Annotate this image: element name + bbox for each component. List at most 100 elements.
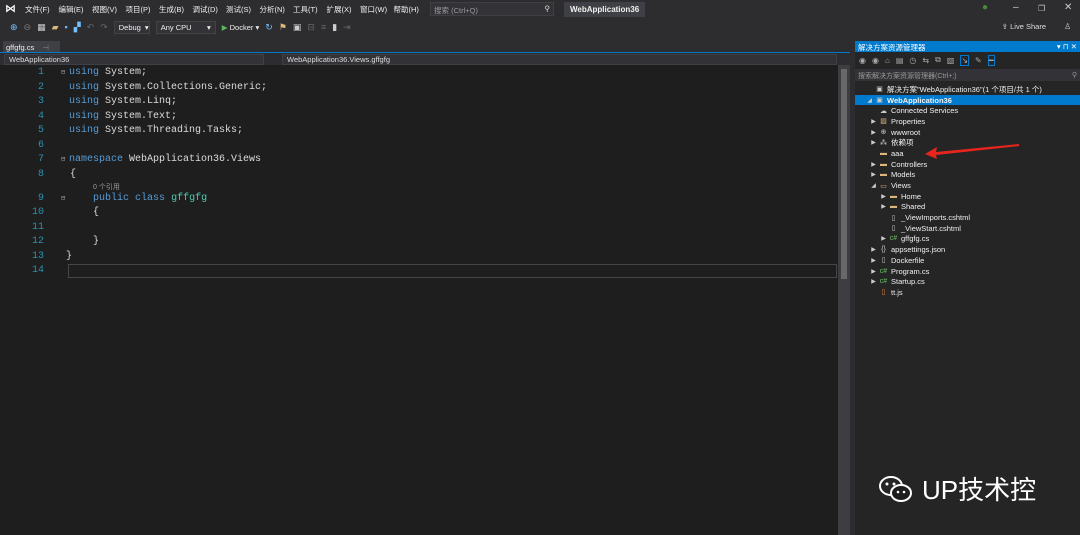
expand-arrow-icon[interactable]: ◢ bbox=[869, 182, 878, 189]
pin-icon[interactable]: ⊣ bbox=[42, 43, 49, 52]
menu-window[interactable]: 窗口(W) bbox=[360, 4, 394, 15]
switch-views-icon[interactable]: ▤ bbox=[896, 56, 904, 65]
line-number: 6 bbox=[37, 139, 44, 151]
expand-arrow-icon[interactable]: ▶ bbox=[869, 268, 878, 275]
class-nav-dropdown[interactable]: WebApplication36.Views.gffgfg bbox=[282, 54, 837, 65]
menu-debug[interactable]: 调试(D) bbox=[193, 4, 227, 15]
expand-arrow-icon[interactable]: ▶ bbox=[869, 257, 878, 264]
properties-icon[interactable]: ✎ bbox=[975, 56, 982, 65]
menu-tools[interactable]: 工具(T) bbox=[293, 4, 327, 15]
forward-icon[interactable]: ◉ bbox=[872, 56, 879, 65]
configuration-dropdown[interactable]: Debug ▾ bbox=[113, 20, 150, 34]
tree-item[interactable]: ▶ ▬ Shared bbox=[855, 202, 1080, 213]
feedback-icon[interactable]: ♙ bbox=[1064, 22, 1071, 31]
pending-changes-icon[interactable]: ◷ bbox=[909, 56, 916, 65]
solution-search-input[interactable]: 搜索解决方案资源管理器(Ctrl+;) ⚲ bbox=[855, 69, 1080, 81]
align-icon[interactable]: ⊟ bbox=[307, 22, 315, 33]
window-title: WebApplication36 bbox=[564, 2, 646, 17]
preview-icon[interactable]: ━ bbox=[987, 54, 995, 66]
redo-icon[interactable]: ↷ bbox=[100, 22, 108, 33]
save-all-icon[interactable]: ▞ bbox=[74, 22, 81, 33]
undo-icon[interactable]: ↶ bbox=[87, 22, 95, 33]
expand-arrow-icon[interactable]: ▶ bbox=[869, 246, 878, 253]
search-placeholder: 搜索 (Ctrl+Q) bbox=[434, 6, 478, 15]
refresh-icon[interactable]: ↻ bbox=[265, 22, 273, 33]
new-project-icon[interactable]: ▦ bbox=[37, 22, 46, 33]
account-avatar-icon[interactable]: ● bbox=[982, 2, 988, 13]
save-icon[interactable]: ▪ bbox=[65, 22, 68, 32]
tree-item[interactable]: ▶{} appsettings.json bbox=[855, 244, 1080, 255]
back-icon[interactable]: ⊕ bbox=[10, 22, 18, 33]
menu-build[interactable]: 生成(B) bbox=[159, 4, 193, 15]
screenshot-icon[interactable]: ▣ bbox=[293, 22, 302, 33]
folder-icon: ▬ bbox=[880, 149, 887, 157]
tree-item[interactable]: ▶ ▬ Models bbox=[855, 170, 1080, 181]
collapse-icon[interactable]: ⊟ bbox=[61, 194, 65, 203]
tree-item[interactable]: ▯ _ViewImports.cshtml bbox=[855, 212, 1080, 223]
menu-extensions[interactable]: 扩展(X) bbox=[327, 4, 361, 15]
tree-item[interactable]: ▶ c# Startup.cs bbox=[855, 276, 1080, 287]
tree-item[interactable]: ▶ ▯ Dockerfile bbox=[855, 255, 1080, 266]
tree-item[interactable]: ▶ ▬ Home bbox=[855, 191, 1080, 202]
home-icon[interactable]: ⌂ bbox=[885, 56, 890, 65]
sync-icon[interactable]: ⇆ bbox=[922, 56, 929, 65]
live-share-button[interactable]: ⇪ Live Share bbox=[1002, 22, 1046, 31]
run-docker-button[interactable]: ▶ Docker ▾ bbox=[222, 23, 260, 32]
panel-controls-icon[interactable]: ▾ ⊓ ✕ bbox=[1057, 42, 1077, 51]
tree-item[interactable]: ▶ c# gffgfg.cs bbox=[855, 234, 1080, 245]
collapse-icon[interactable]: ⊟ bbox=[61, 155, 65, 164]
tree-item[interactable]: ▯ tt.js bbox=[855, 287, 1080, 298]
expand-arrow-icon[interactable]: ▶ bbox=[869, 118, 878, 125]
tree-item[interactable]: ☁ Connected Services bbox=[855, 105, 1080, 116]
menu-file[interactable]: 文件(F) bbox=[25, 4, 59, 15]
expand-arrow-icon[interactable]: ▶ bbox=[869, 278, 878, 285]
bookmark-nav-icon[interactable]: ⇥ bbox=[343, 22, 351, 33]
open-icon[interactable]: ▰ bbox=[52, 22, 59, 33]
expand-arrow-icon[interactable]: ▶ bbox=[879, 193, 888, 200]
codelens-references[interactable]: 0 个引用 bbox=[93, 182, 120, 192]
project-nav-dropdown[interactable]: WebApplication36 bbox=[4, 54, 264, 65]
forward-icon[interactable]: ⊖ bbox=[24, 22, 32, 33]
menu-analyze[interactable]: 分析(N) bbox=[260, 4, 294, 15]
menu-edit[interactable]: 编辑(E) bbox=[59, 4, 93, 15]
tree-item[interactable]: ▶ c# Program.cs bbox=[855, 266, 1080, 277]
expand-arrow-icon[interactable]: ▶ bbox=[879, 235, 888, 242]
code-line-13: } bbox=[66, 250, 73, 262]
collapse-all-icon[interactable]: ⧉ bbox=[935, 55, 941, 65]
menu-test[interactable]: 测试(S) bbox=[226, 4, 260, 15]
line-number: 13 bbox=[31, 250, 44, 262]
quick-search-input[interactable]: 搜索 (Ctrl+Q) ⚲ bbox=[430, 2, 554, 16]
tree-item[interactable]: ▯ _ViewStart.cshtml bbox=[855, 223, 1080, 234]
tree-item[interactable]: ◢ ▭ Views bbox=[855, 180, 1080, 191]
expand-arrow-icon[interactable]: ▶ bbox=[879, 203, 888, 210]
menu-help[interactable]: 帮助(H) bbox=[394, 4, 428, 15]
minimize-button[interactable]: – bbox=[1013, 2, 1019, 13]
scrollbar-thumb[interactable] bbox=[841, 69, 847, 279]
menu-project[interactable]: 项目(P) bbox=[126, 4, 160, 15]
editor-scrollbar[interactable] bbox=[838, 65, 850, 535]
code-line-10: { bbox=[93, 207, 100, 218]
expand-arrow-icon[interactable]: ▶ bbox=[869, 129, 878, 136]
bookmark-icon[interactable]: ▮ bbox=[332, 22, 337, 33]
project-node[interactable]: ◢ ▣ WebApplication36 bbox=[855, 94, 1080, 106]
restore-button[interactable]: ❐ bbox=[1038, 4, 1045, 13]
tree-item[interactable]: ▶ ▨ Properties bbox=[855, 116, 1080, 127]
collapse-icon[interactable]: ⊟ bbox=[61, 68, 65, 77]
expand-arrow-icon[interactable]: ▶ bbox=[869, 139, 878, 146]
line-number: 7 bbox=[37, 154, 44, 165]
tree-item[interactable]: ▶ ⊕ wwwroot bbox=[855, 127, 1080, 138]
sync-with-document-icon[interactable]: ↘ bbox=[960, 54, 970, 66]
code: WebApplication36.Views bbox=[129, 154, 262, 165]
back-icon[interactable]: ◉ bbox=[859, 56, 866, 65]
browser-link-icon[interactable]: ⚑ bbox=[279, 22, 287, 33]
expand-arrow-icon[interactable]: ▶ bbox=[869, 161, 878, 168]
keyword: public bbox=[93, 192, 130, 204]
solution-node[interactable]: ▣ 解决方案"WebApplication36"(1 个项目/共 1 个) bbox=[855, 84, 1080, 95]
expand-arrow-icon[interactable]: ▶ bbox=[869, 171, 878, 178]
show-all-files-icon[interactable]: ▧ bbox=[947, 56, 955, 65]
expand-arrow-icon[interactable]: ◢ bbox=[865, 97, 874, 104]
close-button[interactable]: ✕ bbox=[1064, 2, 1072, 13]
platform-dropdown[interactable]: Any CPU ▾ bbox=[155, 20, 216, 34]
menu-view[interactable]: 视图(V) bbox=[92, 4, 126, 15]
comment-icon[interactable]: ≡ bbox=[321, 22, 326, 32]
